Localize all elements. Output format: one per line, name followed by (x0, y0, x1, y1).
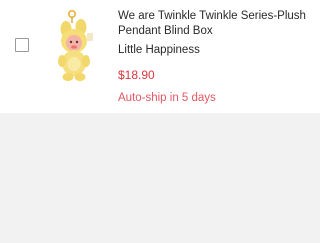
select-item-checkbox[interactable] (15, 38, 29, 52)
variant-label: Little Happiness (118, 44, 200, 56)
cart-item: We are Twinkle Twinkle Series-Plush Pend… (0, 0, 320, 113)
product-title[interactable]: We are Twinkle Twinkle Series-Plush Pend… (118, 9, 316, 39)
price-label: $18.90 (118, 68, 155, 82)
autoship-label: Auto-ship in 5 days (118, 92, 216, 104)
plush-pendant-image[interactable] (52, 8, 106, 86)
